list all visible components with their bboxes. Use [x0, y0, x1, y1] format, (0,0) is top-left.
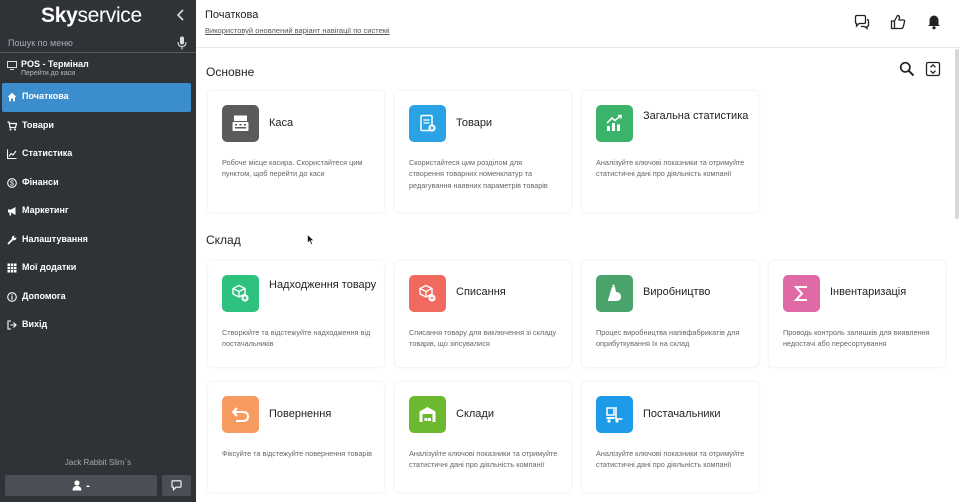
support-chat-button[interactable] [162, 475, 191, 496]
thumbs-up-icon[interactable] [890, 14, 906, 30]
supplier-icon [596, 396, 633, 433]
card-description: Створюйте та відстежуйте надходження від… [222, 328, 371, 349]
chart-icon [7, 149, 17, 159]
sidebar-item-settings[interactable]: Налаштування [0, 226, 196, 255]
card-products[interactable]: Товари Скористайтеся цим розділом для ст… [395, 91, 571, 212]
cash-register-icon [222, 105, 259, 142]
main-content: Основне Каса Робоче місце касира. Скорис… [196, 49, 960, 502]
return-icon [222, 396, 259, 433]
menu-search-input[interactable] [8, 36, 168, 50]
card-returns[interactable]: Повернення Фіксуйте та відстежуйте повер… [208, 382, 384, 492]
sidebar-item-products[interactable]: Товари [0, 112, 196, 141]
sidebar-nav: Початкова Товари Статистика $ Фінанси Ма… [0, 83, 196, 340]
sidebar-item-label: Мої додатки [22, 262, 77, 272]
card-cash-register[interactable]: Каса Робоче місце касира. Скористайтеся … [208, 91, 384, 212]
sidebar: Skyservice POS - Термінал Перейти до кас… [0, 0, 196, 502]
grid-icon [7, 263, 17, 273]
sidebar-item-help[interactable]: Допомога [0, 283, 196, 312]
box-remove-icon [409, 275, 446, 312]
sidebar-item-label: Товари [22, 119, 54, 130]
card-title: Постачальники [643, 408, 721, 420]
product-list-icon [409, 105, 446, 142]
sidebar-item-marketing[interactable]: Маркетинг [0, 197, 196, 226]
sidebar-item-home[interactable]: Початкова [2, 83, 191, 112]
chat-bubbles-icon[interactable] [854, 14, 870, 30]
menu-search [0, 33, 196, 53]
sidebar-item-label: Фінанси [22, 176, 59, 187]
sidebar-item-label: Налаштування [22, 233, 88, 244]
card-title: Інвентаризація [830, 286, 907, 298]
card-description: Процес виробництва напівфабрикатів для о… [596, 328, 740, 349]
wrench-icon [7, 235, 17, 245]
user-icon [72, 480, 90, 491]
top-header: Початкова Використовуй оновлений варіант… [196, 0, 960, 48]
sidebar-item-finance[interactable]: $ Фінанси [0, 169, 196, 198]
card-description: Списання товару для виключення зі складу… [409, 328, 557, 349]
cart-icon [7, 120, 17, 130]
card-title: Каса [269, 117, 294, 129]
logout-icon [7, 320, 17, 330]
svg-text:$: $ [10, 180, 14, 187]
sigma-icon [783, 275, 820, 312]
sidebar-header: Skyservice [0, 0, 196, 32]
section-title-warehouse: Склад [206, 233, 241, 247]
skyservice-logo[interactable]: Skyservice [41, 4, 142, 28]
card-warehouses[interactable]: Склади Аналізуйте ключові показники та о… [395, 382, 571, 492]
card-description: Фіксуйте та відстежуйте повернення товар… [222, 449, 372, 458]
card-goods-receipt[interactable]: Надходження товару Створюйте та відстежу… [208, 261, 384, 367]
card-title: Товари [456, 117, 493, 129]
microphone-icon[interactable] [177, 36, 187, 50]
expand-collapse-icon[interactable] [925, 61, 941, 77]
new-navigation-link[interactable]: Використовуй оновлений варіант навігації… [205, 26, 390, 35]
card-description: Аналізуйте ключові показники та отримуйт… [596, 158, 745, 179]
mouse-cursor-icon [307, 234, 315, 245]
card-production[interactable]: Виробництво Процес виробництва напівфабр… [582, 261, 758, 367]
pos-title: POS - Термінал [21, 59, 89, 69]
sidebar-item-statistics[interactable]: Статистика [0, 140, 196, 169]
statistics-icon [596, 105, 633, 142]
page-title: Початкова [205, 9, 259, 21]
card-description: Скористайтеся цим розділом для створення… [409, 158, 548, 190]
card-description: Робоче місце касира. Скористайтеся цим п… [222, 158, 363, 179]
monitor-icon [7, 61, 17, 70]
sidebar-item-label: Вихід [22, 319, 48, 329]
search-icon[interactable] [899, 61, 915, 77]
card-title: Повернення [269, 408, 332, 420]
pos-subtitle: Перейти до каси [21, 70, 76, 77]
sidebar-item-label: Допомога [22, 290, 66, 301]
home-icon [7, 92, 17, 102]
card-suppliers[interactable]: Постачальники Аналізуйте ключові показни… [582, 382, 758, 492]
card-description: Проводь контроль залишків для виявлення … [783, 328, 930, 349]
sidebar-item-label: Початкова [22, 91, 69, 101]
card-title: Загальна статистика [643, 110, 749, 122]
card-general-statistics[interactable]: Загальна статистика Аналізуйте ключові п… [582, 91, 758, 212]
user-menu-button[interactable] [5, 475, 157, 496]
info-icon [7, 291, 17, 302]
coin-icon: $ [7, 177, 17, 188]
megaphone-icon [8, 207, 16, 216]
sidebar-item-label: Маркетинг [22, 205, 69, 215]
warehouse-icon [409, 396, 446, 433]
card-description: Аналізуйте ключові показники та отримуйт… [596, 449, 745, 470]
section-title-main: Основне [206, 65, 255, 79]
sidebar-item-logout[interactable]: Вихід [0, 311, 196, 340]
vertical-scrollbar[interactable] [955, 49, 959, 219]
production-icon [596, 275, 633, 312]
sidebar-item-my-apps[interactable]: Мої додатки [0, 254, 196, 283]
sidebar-item-label: Статистика [22, 148, 73, 158]
card-inventory[interactable]: Інвентаризація Проводь контроль залишків… [769, 261, 945, 367]
card-title: Виробництво [643, 286, 711, 298]
pos-terminal-link[interactable]: POS - Термінал Перейти до каси [0, 58, 196, 82]
card-title: Списання [456, 286, 506, 298]
box-add-icon [222, 275, 259, 312]
card-title: Склади [456, 408, 494, 420]
collapse-sidebar-icon[interactable] [176, 8, 190, 24]
card-title: Надходження товару [269, 279, 377, 291]
card-write-off[interactable]: Списання Списання товару для виключення … [395, 261, 571, 367]
chat-icon [171, 480, 182, 491]
card-description: Аналізуйте ключові показники та отримуйт… [409, 449, 558, 470]
user-name: Jack Rabbit Slim`s [64, 458, 132, 467]
notifications-bell-icon[interactable] [926, 14, 942, 30]
